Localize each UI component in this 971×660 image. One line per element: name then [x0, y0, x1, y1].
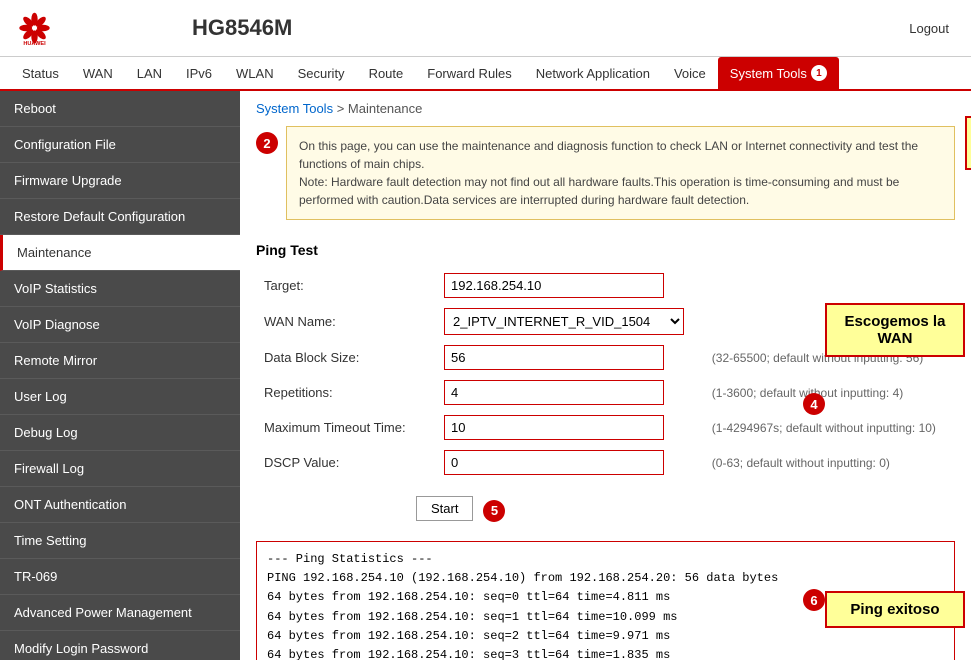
breadcrumb-parent[interactable]: System Tools — [256, 101, 333, 116]
sidebar-item-ont-auth[interactable]: ONT Authentication — [0, 487, 240, 523]
sidebar-item-reboot[interactable]: Reboot — [0, 91, 240, 127]
repetitions-input[interactable] — [444, 380, 664, 405]
table-row: Target: — [256, 268, 955, 303]
nav-status[interactable]: Status — [10, 57, 71, 89]
timeout-hint: (1-4294967s; default without inputting: … — [704, 410, 955, 445]
nav-forward-rules[interactable]: Forward Rules — [415, 57, 524, 89]
nav-network-application[interactable]: Network Application — [524, 57, 662, 89]
nav-ipv6[interactable]: IPv6 — [174, 57, 224, 89]
logout-button[interactable]: Logout — [909, 21, 959, 36]
target-hint — [704, 268, 955, 303]
header: HUAWEI HG8546M Logout — [0, 0, 971, 57]
annotation-badge-5: 5 — [483, 500, 505, 522]
annotation-badge-4: 4 — [803, 393, 825, 415]
nav-voice[interactable]: Voice — [662, 57, 718, 89]
nav-wan[interactable]: WAN — [71, 57, 125, 89]
huawei-logo-icon: HUAWEI — [12, 8, 57, 48]
nav-system-tools[interactable]: System Tools 1 — [718, 57, 839, 89]
ping-form-table: Target: WAN Name: 2_IPTV_INTERNET_R_VID_… — [256, 268, 955, 480]
sidebar-item-restore[interactable]: Restore Default Configuration — [0, 199, 240, 235]
svg-text:HUAWEI: HUAWEI — [23, 41, 46, 47]
sidebar-item-user-log[interactable]: User Log — [0, 379, 240, 415]
content-area: System Tools > Maintenance 2 On this pag… — [240, 91, 971, 660]
annotation-badge-2: 2 — [256, 132, 278, 154]
nav-wlan[interactable]: WLAN — [224, 57, 286, 89]
sidebar-item-firewall-log[interactable]: Firewall Log — [0, 451, 240, 487]
repetitions-label: Repetitions: — [256, 375, 436, 410]
dscp-hint: (0-63; default without inputting: 0) — [704, 445, 955, 480]
logo-area: HUAWEI — [12, 8, 172, 48]
breadcrumb: System Tools > Maintenance — [256, 101, 955, 116]
timeout-label: Maximum Timeout Time: — [256, 410, 436, 445]
sidebar-item-tr069[interactable]: TR-069 — [0, 559, 240, 595]
info-box: On this page, you can use the maintenanc… — [286, 126, 955, 220]
sidebar-item-debug-log[interactable]: Debug Log — [0, 415, 240, 451]
data-block-label: Data Block Size: — [256, 340, 436, 375]
dscp-label: DSCP Value: — [256, 445, 436, 480]
sidebar-item-adv-power[interactable]: Advanced Power Management — [0, 595, 240, 631]
dscp-input[interactable] — [444, 450, 664, 475]
wan-name-label: WAN Name: — [256, 303, 436, 340]
sidebar: Reboot Configuration File Firmware Upgra… — [0, 91, 240, 660]
nav-badge: 1 — [811, 65, 827, 81]
sidebar-item-remote-mirror[interactable]: Remote Mirror — [0, 343, 240, 379]
sidebar-item-time-setting[interactable]: Time Setting — [0, 523, 240, 559]
timeout-input[interactable] — [444, 415, 664, 440]
callout-ip-servidor: IP del Servidor IP — [965, 116, 971, 170]
data-block-input[interactable] — [444, 345, 664, 370]
ping-section-title: Ping Test — [256, 242, 955, 258]
navbar: Status WAN LAN IPv6 WLAN Security Route … — [0, 57, 971, 91]
nav-security[interactable]: Security — [286, 57, 357, 89]
sidebar-item-voip-stats[interactable]: VoIP Statistics — [0, 271, 240, 307]
table-row: Maximum Timeout Time: (1-4294967s; defau… — [256, 410, 955, 445]
sidebar-item-voip-diagnose[interactable]: VoIP Diagnose — [0, 307, 240, 343]
table-row: Repetitions: (1-3600; default without in… — [256, 375, 955, 410]
nav-lan[interactable]: LAN — [125, 57, 174, 89]
breadcrumb-current: Maintenance — [348, 101, 422, 116]
target-label: Target: — [256, 268, 436, 303]
nav-route[interactable]: Route — [357, 57, 416, 89]
sidebar-item-firmware[interactable]: Firmware Upgrade — [0, 163, 240, 199]
model-title: HG8546M — [172, 15, 909, 41]
repetitions-hint: (1-3600; default without inputting: 4) — [704, 375, 955, 410]
table-row: DSCP Value: (0-63; default without input… — [256, 445, 955, 480]
callout-wan: Escogemos la WAN — [825, 303, 965, 357]
sidebar-item-modify-login[interactable]: Modify Login Password — [0, 631, 240, 660]
annotation-badge-6: 6 — [803, 589, 825, 611]
target-input[interactable] — [444, 273, 664, 298]
wan-name-select[interactable]: 2_IPTV_INTERNET_R_VID_1504 — [444, 308, 684, 335]
sidebar-item-maintenance[interactable]: Maintenance — [0, 235, 240, 271]
start-button[interactable]: Start — [416, 496, 473, 521]
main-layout: Reboot Configuration File Firmware Upgra… — [0, 91, 971, 660]
callout-ping-exitoso: Ping exitoso — [825, 591, 965, 628]
sidebar-item-config-file[interactable]: Configuration File — [0, 127, 240, 163]
